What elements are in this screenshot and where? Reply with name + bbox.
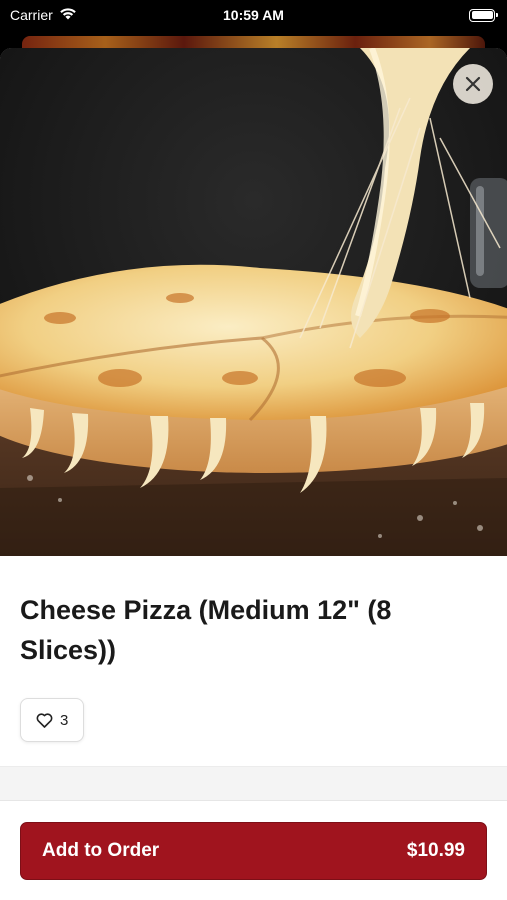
item-photo bbox=[0, 48, 507, 556]
add-to-order-label: Add to Order bbox=[42, 840, 160, 861]
item-info: Cheese Pizza (Medium 12" (8 Slices)) 3 bbox=[0, 590, 507, 742]
close-button[interactable] bbox=[453, 64, 493, 104]
like-count: 3 bbox=[60, 711, 69, 729]
section-divider bbox=[0, 766, 507, 800]
item-price: $10.99 bbox=[406, 840, 465, 861]
status-left: Carrier bbox=[10, 7, 77, 23]
battery-icon bbox=[469, 8, 498, 22]
wifi-icon bbox=[59, 7, 77, 23]
heart-icon bbox=[36, 712, 53, 728]
status-bar: Carrier 10:59 AM bbox=[0, 0, 507, 30]
item-detail-sheet: Cheese Pizza (Medium 12" (8 Slices)) 3 A… bbox=[0, 48, 507, 900]
close-icon bbox=[465, 76, 481, 92]
carrier-label: Carrier bbox=[10, 7, 53, 23]
like-button[interactable]: 3 bbox=[20, 698, 85, 742]
item-title: Cheese Pizza (Medium 12" (8 Slices)) bbox=[20, 595, 392, 665]
add-to-order-button[interactable]: Add to Order $10.99 bbox=[20, 822, 487, 880]
order-footer: Add to Order $10.99 bbox=[0, 800, 507, 900]
